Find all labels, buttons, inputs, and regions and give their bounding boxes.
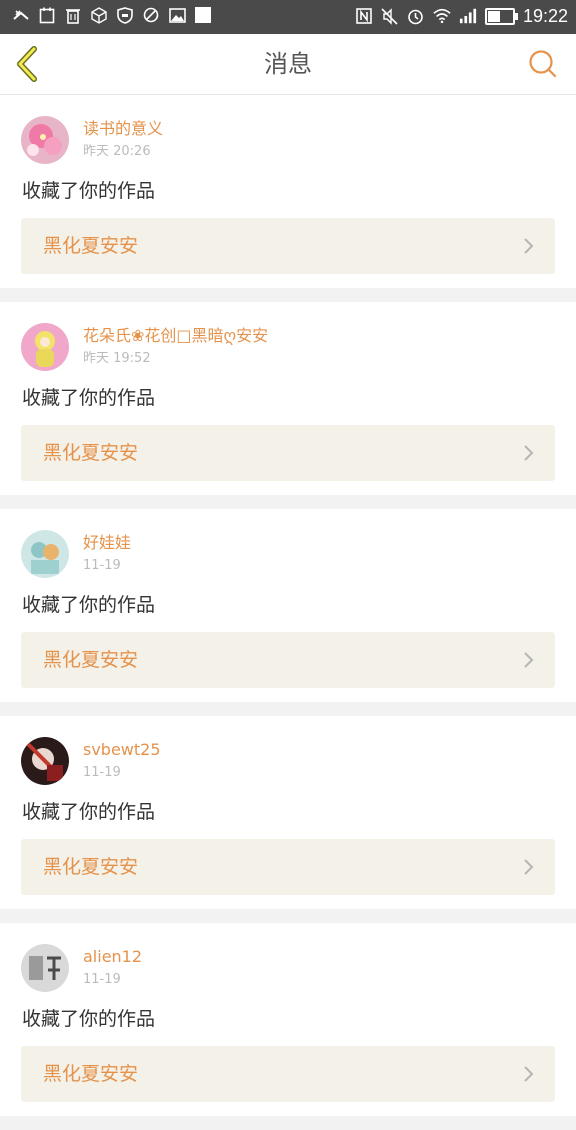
message-action: 收藏了你的作品	[22, 387, 156, 409]
search-icon	[529, 50, 557, 78]
username[interactable]: 好娃娃	[83, 533, 131, 553]
image-icon	[168, 6, 186, 24]
message-action: 收藏了你的作品	[22, 180, 156, 202]
username[interactable]: alien12	[83, 947, 142, 967]
message-time: 11-19	[83, 558, 121, 573]
status-left-icons	[12, 6, 212, 24]
work-link[interactable]: 黑化夏安安	[21, 632, 555, 688]
work-link[interactable]: 黑化夏安安	[21, 839, 555, 895]
missed-call-icon	[12, 6, 30, 24]
calendar-icon	[38, 6, 56, 24]
work-link[interactable]: 黑化夏安安	[21, 218, 555, 274]
avatar[interactable]	[21, 737, 69, 785]
status-bar: 19:22	[0, 0, 576, 34]
shield-icon	[116, 6, 134, 24]
avatar[interactable]	[21, 323, 69, 371]
chevron-right-icon	[524, 859, 534, 875]
work-title: 黑化夏安安	[43, 856, 139, 878]
message-time: 昨天 20:26	[83, 144, 151, 159]
work-title: 黑化夏安安	[43, 1063, 139, 1085]
status-time: 19:22	[522, 6, 568, 26]
work-link[interactable]: 黑化夏安安	[21, 1046, 555, 1102]
work-title: 黑化夏安安	[43, 235, 139, 257]
message-action: 收藏了你的作品	[22, 801, 156, 823]
avatar[interactable]	[21, 116, 69, 164]
nav-bar: 消息	[0, 34, 576, 95]
message-time: 11-19	[83, 972, 121, 987]
battery-icon	[484, 7, 518, 25]
username[interactable]: 读书的意义	[83, 119, 163, 139]
message-item[interactable]: alien12 11-19 收藏了你的作品 黑化夏安安	[0, 923, 576, 1116]
chevron-right-icon	[524, 238, 534, 254]
avatar[interactable]	[21, 944, 69, 992]
avatar[interactable]	[21, 530, 69, 578]
wifi-icon	[433, 7, 451, 25]
trash-icon	[64, 6, 82, 24]
alarm-icon	[407, 7, 425, 25]
message-item[interactable]: 读书的意义昨天 20:26 收藏了你的作品 黑化夏安安	[0, 95, 576, 288]
status-right-icons: 19:22	[355, 5, 568, 27]
work-link[interactable]: 黑化夏安安	[21, 425, 555, 481]
message-item[interactable]: svbewt25 11-19 收藏了你的作品 黑化夏安安	[0, 716, 576, 909]
battery-level	[487, 10, 500, 22]
chevron-right-icon	[524, 652, 534, 668]
message-time: 11-19	[83, 765, 121, 780]
page-title: 消息	[264, 50, 312, 78]
cube-icon	[90, 6, 108, 24]
message-list: 读书的意义 昨天 20:26 收藏了你的作品 黑化夏安安 花朵氏❀花创□黑暗ღ安安 昨天 …	[0, 95, 576, 1130]
message-time: 昨天 19:52	[83, 351, 151, 366]
signal-icon	[459, 7, 477, 25]
chevron-right-icon	[524, 1066, 534, 1082]
mute-icon	[381, 7, 399, 25]
message-action: 收藏了你的作品	[22, 594, 156, 616]
work-title: 黑化夏安安	[43, 649, 139, 671]
disabled-icon	[142, 6, 160, 24]
username[interactable]: svbewt25	[83, 740, 161, 760]
square-icon	[194, 6, 212, 24]
work-title: 黑化夏安安	[43, 442, 139, 464]
message-action: 收藏了你的作品	[22, 1008, 156, 1030]
message-item[interactable]: 好娃娃 11-19 收藏了你的作品 黑化夏安安	[0, 509, 576, 702]
chevron-right-icon	[524, 445, 534, 461]
nfc-icon	[355, 7, 373, 25]
search-button[interactable]	[528, 49, 558, 79]
username[interactable]: 花朵氏❀花创□黑暗ღ安安	[83, 326, 268, 346]
message-item[interactable]: 花朵氏❀花创□黑暗ღ安安昨天 19:52 收藏了你的作品 黑化夏安安	[0, 302, 576, 495]
